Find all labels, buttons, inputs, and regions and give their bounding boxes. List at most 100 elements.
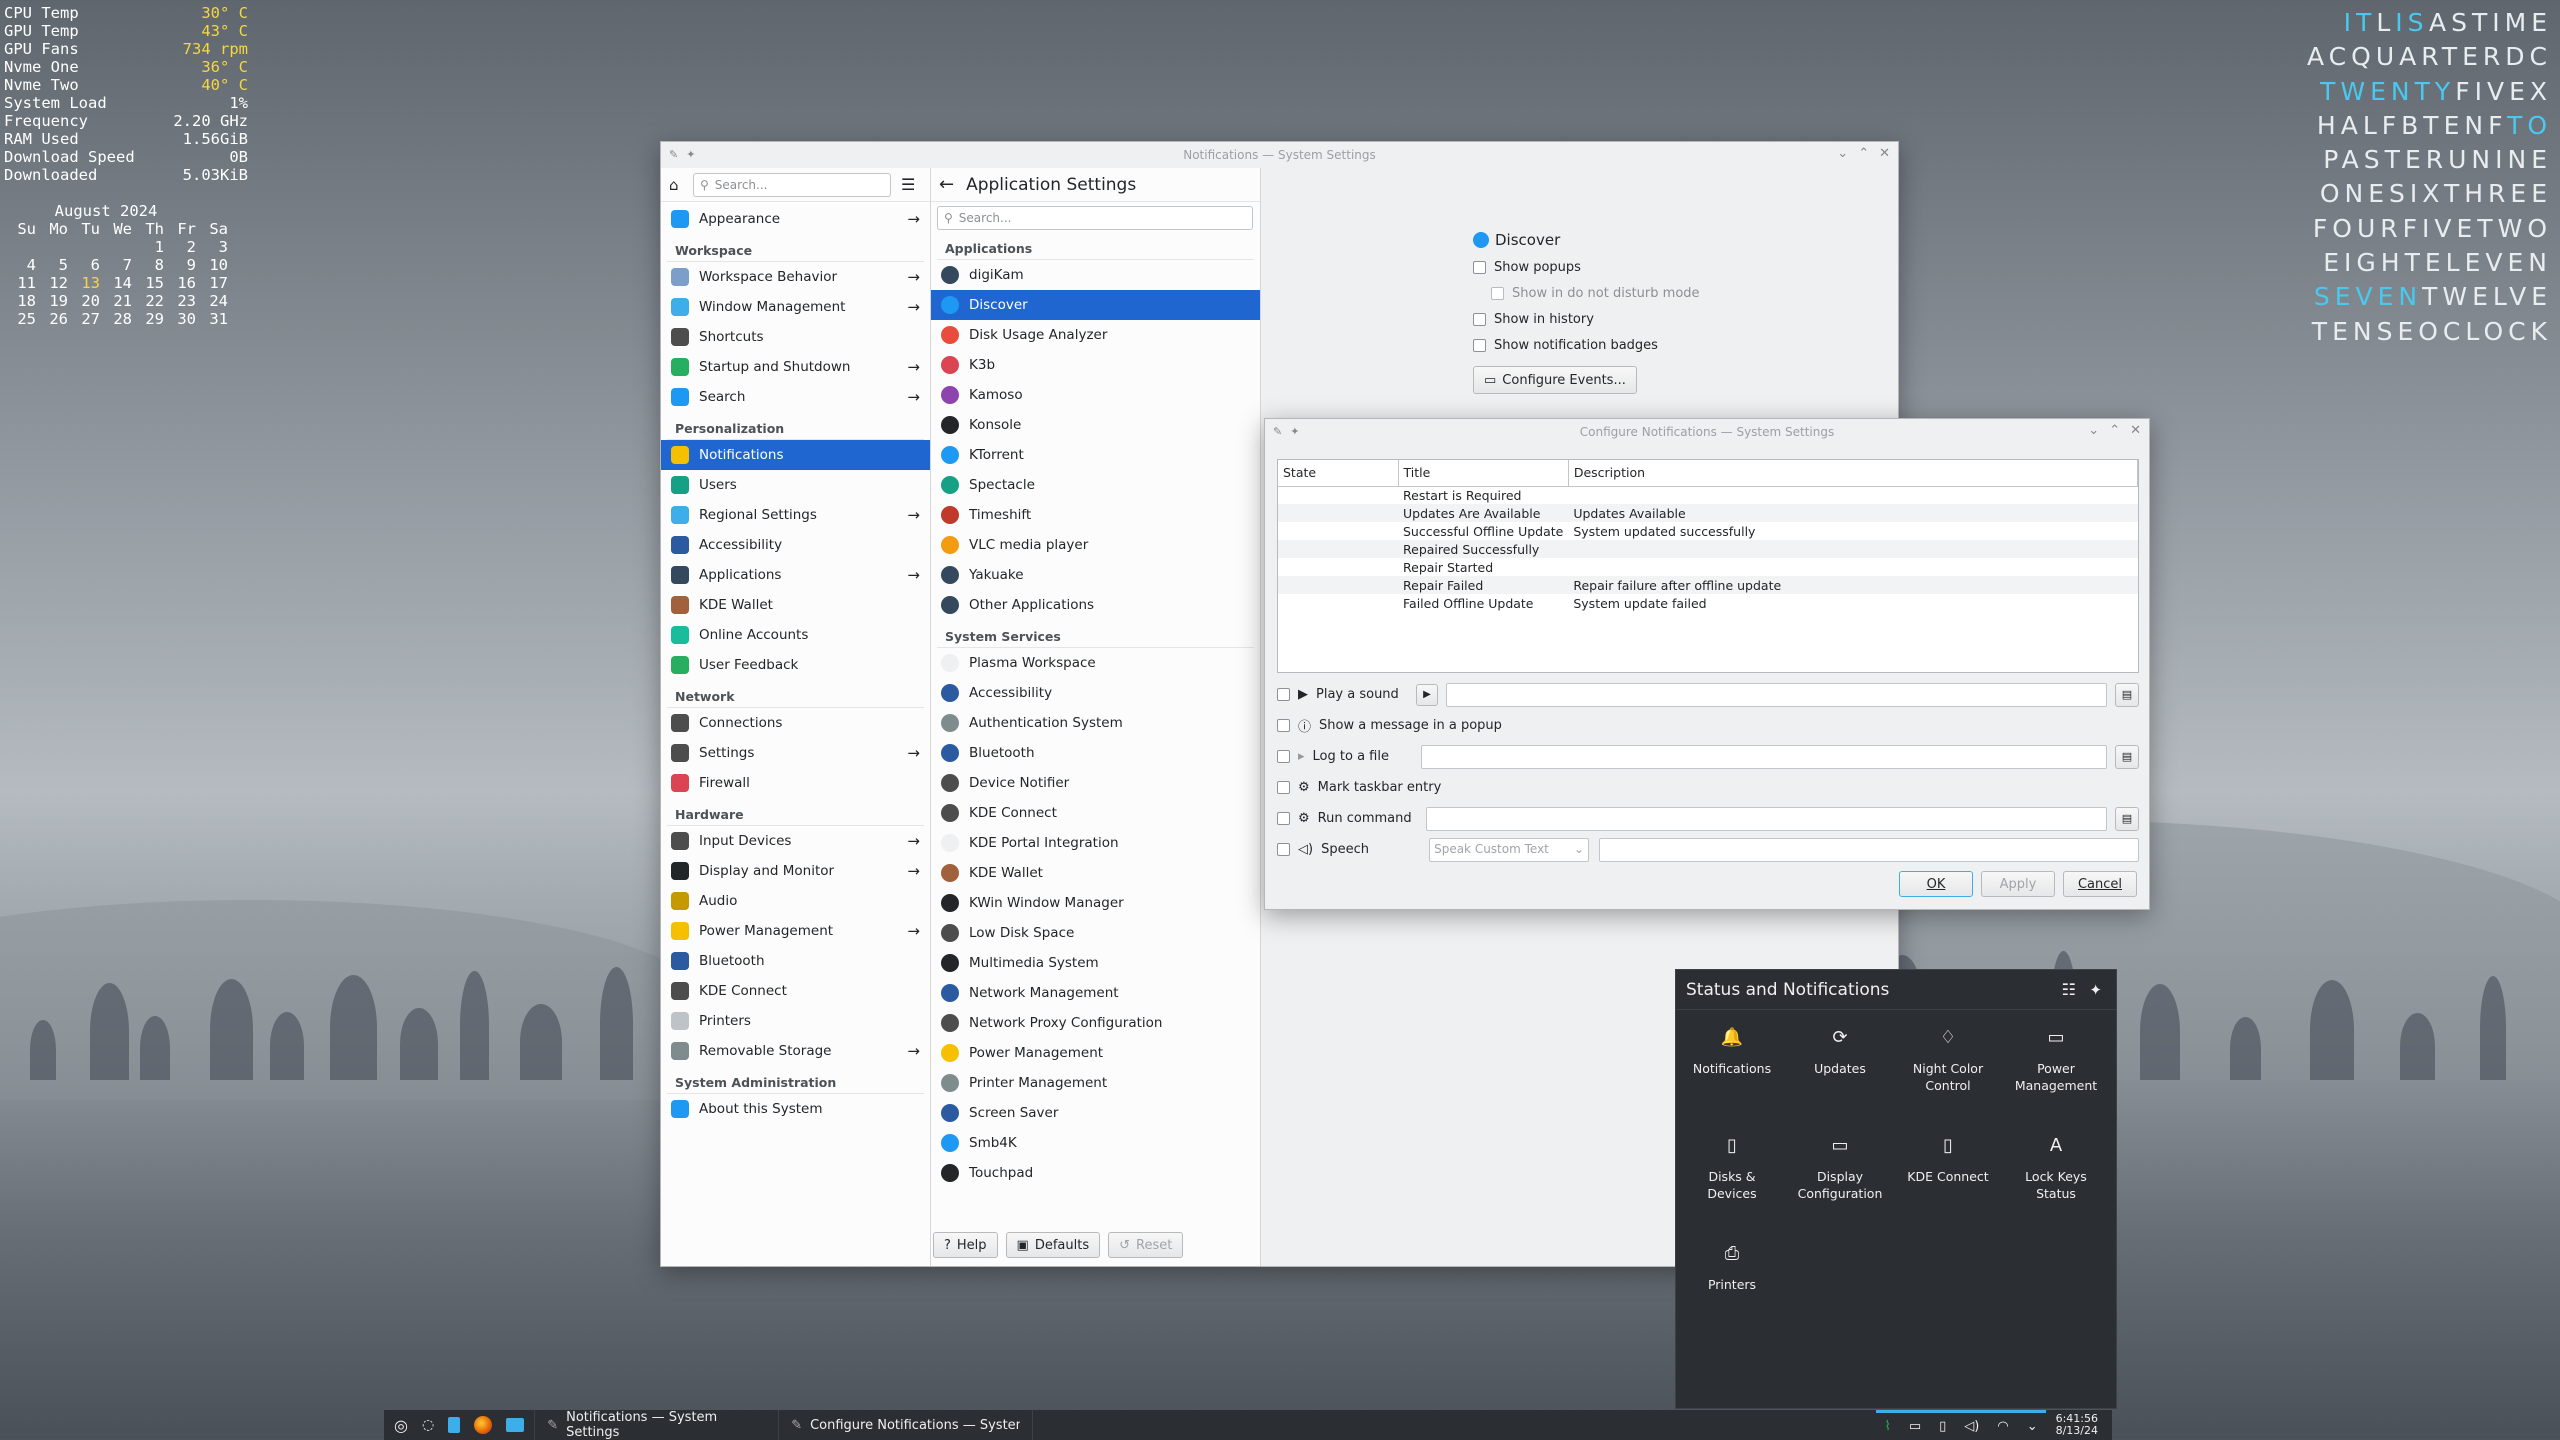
minimize-icon[interactable]: ⌄ <box>1837 146 1848 161</box>
app-item-printer-management[interactable]: Printer Management <box>931 1068 1260 1098</box>
event-row[interactable]: Repair Failed Repair failure after offlin… <box>1278 576 2138 594</box>
app-item-kamoso[interactable]: Kamoso <box>931 380 1260 410</box>
tray-item-night-color-control[interactable]: ♢ Night Color Control <box>1894 1026 2002 1094</box>
event-row[interactable]: Restart is Required <box>1278 486 2138 504</box>
ok-button[interactable]: OK <box>1899 871 1973 897</box>
taskbar-checkbox[interactable] <box>1277 781 1290 794</box>
sidebar-item-settings[interactable]: Settings → <box>661 738 930 768</box>
volume-icon[interactable]: ◁) <box>1964 1419 1979 1434</box>
sidebar-item-user-feedback[interactable]: User Feedback <box>661 650 930 680</box>
tray-item-notifications[interactable]: 🔔 Notifications <box>1678 1026 1786 1077</box>
close-icon[interactable]: ✕ <box>2130 423 2141 438</box>
overview-icon[interactable]: ◌ <box>422 1417 434 1433</box>
show-in-history-checkbox[interactable]: Show in history <box>1473 306 1700 332</box>
sidebar-item-startup-and-shutdown[interactable]: Startup and Shutdown → <box>661 352 930 382</box>
sidebar-item-power-management[interactable]: Power Management → <box>661 916 930 946</box>
app-item-device-notifier[interactable]: Device Notifier <box>931 768 1260 798</box>
app-item-network-management[interactable]: Network Management <box>931 978 1260 1008</box>
sidebar-item-kde-wallet[interactable]: KDE Wallet <box>661 590 930 620</box>
sound-browse-button[interactable]: ▤ <box>2115 682 2139 707</box>
apply-button[interactable]: Apply <box>1981 871 2055 897</box>
app-item-screen-saver[interactable]: Screen Saver <box>931 1098 1260 1128</box>
sidebar-item-input-devices[interactable]: Input Devices → <box>661 826 930 856</box>
show-badges-checkbox[interactable]: Show notification badges <box>1473 332 1700 358</box>
sidebar-item-notifications[interactable]: Notifications <box>661 440 930 470</box>
tray-item-power-management[interactable]: ▭ Power Management <box>2002 1026 2110 1094</box>
speech-text-field[interactable] <box>1599 837 2139 862</box>
sidebar-search-input[interactable]: ⚲ Search... <box>693 172 891 197</box>
system-monitor-icon[interactable]: ⌇ <box>1884 1419 1890 1434</box>
sidebar-item-appearance[interactable]: Appearance → <box>661 204 930 234</box>
tray-item-updates[interactable]: ⟳ Updates <box>1786 1026 1894 1077</box>
hamburger-menu-icon[interactable]: ☰ <box>901 175 915 194</box>
network-icon[interactable]: ◠ <box>1997 1419 2008 1434</box>
app-item-power-management[interactable]: Power Management <box>931 1038 1260 1068</box>
app-item-digikam[interactable]: digiKam <box>931 260 1260 290</box>
app-item-ktorrent[interactable]: KTorrent <box>931 440 1260 470</box>
pin-icon[interactable]: ✦ <box>686 148 695 161</box>
firefox-icon[interactable] <box>474 1416 493 1434</box>
defaults-button[interactable]: ▣ Defaults <box>1005 1232 1101 1258</box>
sidebar-item-window-management[interactable]: Window Management → <box>661 292 930 322</box>
sidebar-item-connections[interactable]: Connections <box>661 708 930 738</box>
command-browse-button[interactable]: ▤ <box>2115 806 2139 831</box>
sidebar-item-audio[interactable]: Audio <box>661 886 930 916</box>
sidebar-item-accessibility[interactable]: Accessibility <box>661 530 930 560</box>
command-field[interactable] <box>1425 806 2107 831</box>
virtual-desktop-icon[interactable] <box>448 1417 461 1433</box>
sidebar-item-search[interactable]: Search → <box>661 382 930 412</box>
task-configure-notifications[interactable]: ✎ Configure Notifications — System... <box>779 1410 1034 1440</box>
window-titlebar[interactable]: ✎ ✦ Notifications — System Settings ⌄ ⌃ ✕ <box>661 142 1898 168</box>
maximize-icon[interactable]: ⌃ <box>2109 423 2120 438</box>
column-state[interactable]: State <box>1278 460 1399 487</box>
app-item-touchpad[interactable]: Touchpad <box>931 1158 1260 1188</box>
close-icon[interactable]: ✕ <box>1879 146 1890 161</box>
sidebar-item-shortcuts[interactable]: Shortcuts <box>661 322 930 352</box>
sidebar-item-printers[interactable]: Printers <box>661 1006 930 1036</box>
reset-button[interactable]: ↺ Reset <box>1108 1232 1184 1258</box>
sidebar-item-firewall[interactable]: Firewall <box>661 768 930 798</box>
app-item-vlc-media-player[interactable]: VLC media player <box>931 530 1260 560</box>
tray-expand-icon[interactable]: ⌄ <box>2027 1419 2038 1434</box>
sidebar-item-kde-connect[interactable]: KDE Connect <box>661 976 930 1006</box>
cancel-button[interactable]: Cancel <box>2063 871 2137 897</box>
app-item-konsole[interactable]: Konsole <box>931 410 1260 440</box>
app-item-network-proxy-configuration[interactable]: Network Proxy Configuration <box>931 1008 1260 1038</box>
app-item-kde-portal-integration[interactable]: KDE Portal Integration <box>931 828 1260 858</box>
app-item-other-applications[interactable]: Other Applications <box>931 590 1260 620</box>
file-manager-icon[interactable] <box>506 1418 525 1432</box>
app-item-smb4k[interactable]: Smb4K <box>931 1128 1260 1158</box>
show-popups-checkbox[interactable]: Show popups <box>1473 254 1700 280</box>
sidebar-item-online-accounts[interactable]: Online Accounts <box>661 620 930 650</box>
app-item-kde-wallet[interactable]: KDE Wallet <box>931 858 1260 888</box>
task-system-settings[interactable]: ✎ Notifications — System Settings <box>534 1410 780 1440</box>
play-sound-checkbox[interactable] <box>1277 688 1290 701</box>
sidebar-item-removable-storage[interactable]: Removable Storage → <box>661 1036 930 1066</box>
app-item-accessibility[interactable]: Accessibility <box>931 678 1260 708</box>
back-arrow-icon[interactable]: ← <box>939 174 954 195</box>
command-checkbox[interactable] <box>1277 812 1290 825</box>
app-item-kwin-window-manager[interactable]: KWin Window Manager <box>931 888 1260 918</box>
dialog-titlebar[interactable]: ✎ ✦ Configure Notifications — System Sett… <box>1265 419 2149 445</box>
sidebar-item-bluetooth[interactable]: Bluetooth <box>661 946 930 976</box>
tray-item-display-configuration[interactable]: ▭ Display Configuration <box>1786 1134 1894 1202</box>
help-button[interactable]: ? Help <box>933 1232 998 1258</box>
tray-item-lock-keys-status[interactable]: A Lock Keys Status <box>2002 1134 2110 1202</box>
app-item-low-disk-space[interactable]: Low Disk Space <box>931 918 1260 948</box>
log-checkbox[interactable] <box>1277 750 1290 763</box>
app-item-multimedia-system[interactable]: Multimedia System <box>931 948 1260 978</box>
pin-icon[interactable]: ✦ <box>2089 981 2102 999</box>
sidebar-item-workspace-behavior[interactable]: Workspace Behavior → <box>661 262 930 292</box>
sidebar-item-display-and-monitor[interactable]: Display and Monitor → <box>661 856 930 886</box>
app-item-timeshift[interactable]: Timeshift <box>931 500 1260 530</box>
app-item-bluetooth[interactable]: Bluetooth <box>931 738 1260 768</box>
digital-clock[interactable]: 6:41:56 8/13/24 <box>2046 1413 2112 1437</box>
event-row[interactable]: Updates Are Available Updates Available <box>1278 504 2138 522</box>
event-row[interactable]: Successful Offline Update System updated … <box>1278 522 2138 540</box>
event-row[interactable]: Failed Offline Update System update faile… <box>1278 594 2138 612</box>
app-item-spectacle[interactable]: Spectacle <box>931 470 1260 500</box>
minimize-icon[interactable]: ⌄ <box>2088 423 2099 438</box>
popup-checkbox[interactable] <box>1277 719 1290 732</box>
configure-tray-icon[interactable]: ☷ <box>2062 980 2076 999</box>
sidebar-item-regional-settings[interactable]: Regional Settings → <box>661 500 930 530</box>
